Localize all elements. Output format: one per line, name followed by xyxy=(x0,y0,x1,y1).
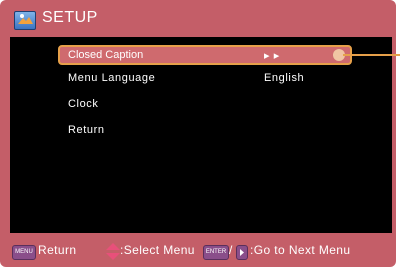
menu-item-menu-language[interactable]: Menu Language English xyxy=(58,68,352,88)
submenu-arrows-icon: ▸ ▸ xyxy=(264,50,280,62)
menu-panel: Closed Caption ▸ ▸ Menu Language English… xyxy=(10,37,392,233)
menu-item-clock[interactable]: Clock xyxy=(58,94,352,114)
select-menu-hint: :Select Menu xyxy=(120,243,195,257)
setup-window: SETUP Closed Caption ▸ ▸ Menu Language E… xyxy=(0,0,396,267)
menu-key-button: MENU xyxy=(12,245,36,260)
menu-item-closed-caption[interactable]: Closed Caption ▸ ▸ xyxy=(58,45,352,65)
menu-item-return[interactable]: Return xyxy=(58,120,352,140)
menu-item-value: English xyxy=(264,72,305,84)
footer-help-bar: MENU Return :Select Menu ENTER / :Go to … xyxy=(0,240,396,264)
menu-item-label: Clock xyxy=(68,98,99,110)
setup-logo-icon xyxy=(14,11,36,30)
header-bar: SETUP xyxy=(0,0,396,36)
page-title: SETUP xyxy=(42,9,98,26)
next-menu-hint: :Go to Next Menu xyxy=(250,243,351,257)
menu-item-label: Return xyxy=(68,124,105,136)
return-hint: Return xyxy=(38,243,77,257)
right-arrow-icon xyxy=(236,245,248,260)
up-down-arrows-icon xyxy=(105,243,121,264)
separator: / xyxy=(229,243,233,257)
menu-item-label: Closed Caption xyxy=(68,49,144,61)
menu-item-label: Menu Language xyxy=(68,72,156,84)
enter-key-button: ENTER xyxy=(203,245,229,260)
callout-line xyxy=(343,54,400,56)
